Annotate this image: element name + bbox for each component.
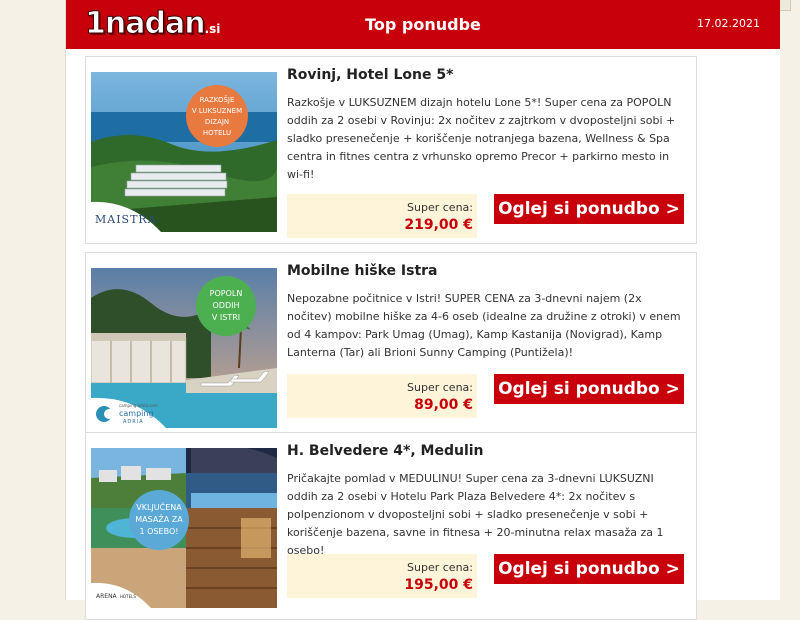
badge-line: VKLJUČENA [136, 501, 182, 512]
badge-line: DIZAJN [205, 118, 229, 126]
view-offer-button[interactable]: Oglej si ponudbo > [494, 194, 684, 224]
offer-title[interactable]: Mobilne hiške Istra [287, 263, 438, 279]
hotel-belvedere-photo: VKLJUČENA MASAŽA ZA 1 OSEBO! ARENA HOTEL… [91, 448, 277, 608]
offer-description: Nepozabne počitnice v Istri! SUPER CENA … [287, 292, 681, 359]
scroll-corner [780, 0, 791, 11]
mobile-homes-photo: POPOLN ODDIH V ISTRI camping-adria.com c… [91, 268, 277, 428]
offer-card: RAZKOŠJE V LUKSUZNEM DIZAJN HOTELU MAIST… [85, 56, 697, 244]
hotel-lone-photo: RAZKOŠJE V LUKSUZNEM DIZAJN HOTELU MAIST… [91, 72, 277, 232]
brand-url: camping-adria.com [119, 403, 158, 408]
badge-line: V LUKSUZNEM [192, 107, 242, 115]
badge-line: HOTELU [203, 129, 231, 137]
brand-sub: HOTELS [120, 594, 136, 599]
offer-title[interactable]: Rovinj, Hotel Lone 5* [287, 67, 453, 83]
view-offer-button[interactable]: Oglej si ponudbo > [494, 554, 684, 584]
badge-line: RAZKOŠJE [200, 95, 235, 104]
header-bar: 1nadan.si Top ponudbe 17.02.2021 [66, 0, 780, 49]
price-value: 219,00 € [404, 217, 473, 233]
badge-line: V ISTRI [212, 313, 240, 322]
price-label: Super cena: [407, 561, 473, 574]
price-value: 195,00 € [404, 577, 473, 593]
offer-image[interactable]: POPOLN ODDIH V ISTRI camping-adria.com c… [91, 268, 277, 428]
price-label: Super cena: [407, 381, 473, 394]
badge-line: ODDIH [213, 301, 240, 310]
window-right-margin [779, 0, 800, 600]
price-box: Super cena: 195,00 € [287, 554, 477, 598]
date-label: 17.02.2021 [697, 17, 760, 30]
offer-card: POPOLN ODDIH V ISTRI camping-adria.com c… [85, 252, 697, 440]
badge-line: POPOLN [210, 289, 243, 298]
offer-card: VKLJUČENA MASAŽA ZA 1 OSEBO! ARENA HOTEL… [85, 432, 697, 620]
view-offer-button[interactable]: Oglej si ponudbo > [494, 374, 684, 404]
brand-logo: camping [119, 409, 154, 418]
page-title: Top ponudbe [365, 15, 481, 34]
badge-line: 1 OSEBO! [140, 527, 179, 536]
offer-description: Razkošje v LUKSUZNEM dizajn hotelu Lone … [287, 96, 676, 181]
offer-description: Pričakajte pomlad v MEDULINU! Super cena… [287, 472, 664, 557]
price-label: Super cena: [407, 201, 473, 214]
price-value: 89,00 € [414, 397, 473, 413]
price-box: Super cena: 219,00 € [287, 194, 477, 238]
brand-logo: MAISTRA [95, 213, 157, 226]
brand-sub: ADRIA [123, 419, 144, 425]
badge-line: MASAŽA ZA [135, 513, 183, 524]
price-box: Super cena: 89,00 € [287, 374, 477, 418]
brand-logo: ARENA [96, 593, 118, 600]
newsletter: 1nadan.si Top ponudbe 17.02.2021 RAZKOŠJ… [65, 0, 780, 620]
offer-image[interactable]: RAZKOŠJE V LUKSUZNEM DIZAJN HOTELU MAIST… [91, 72, 277, 232]
offer-image[interactable]: VKLJUČENA MASAŽA ZA 1 OSEBO! ARENA HOTEL… [91, 448, 277, 608]
offer-title[interactable]: H. Belvedere 4*, Medulin [287, 443, 484, 459]
